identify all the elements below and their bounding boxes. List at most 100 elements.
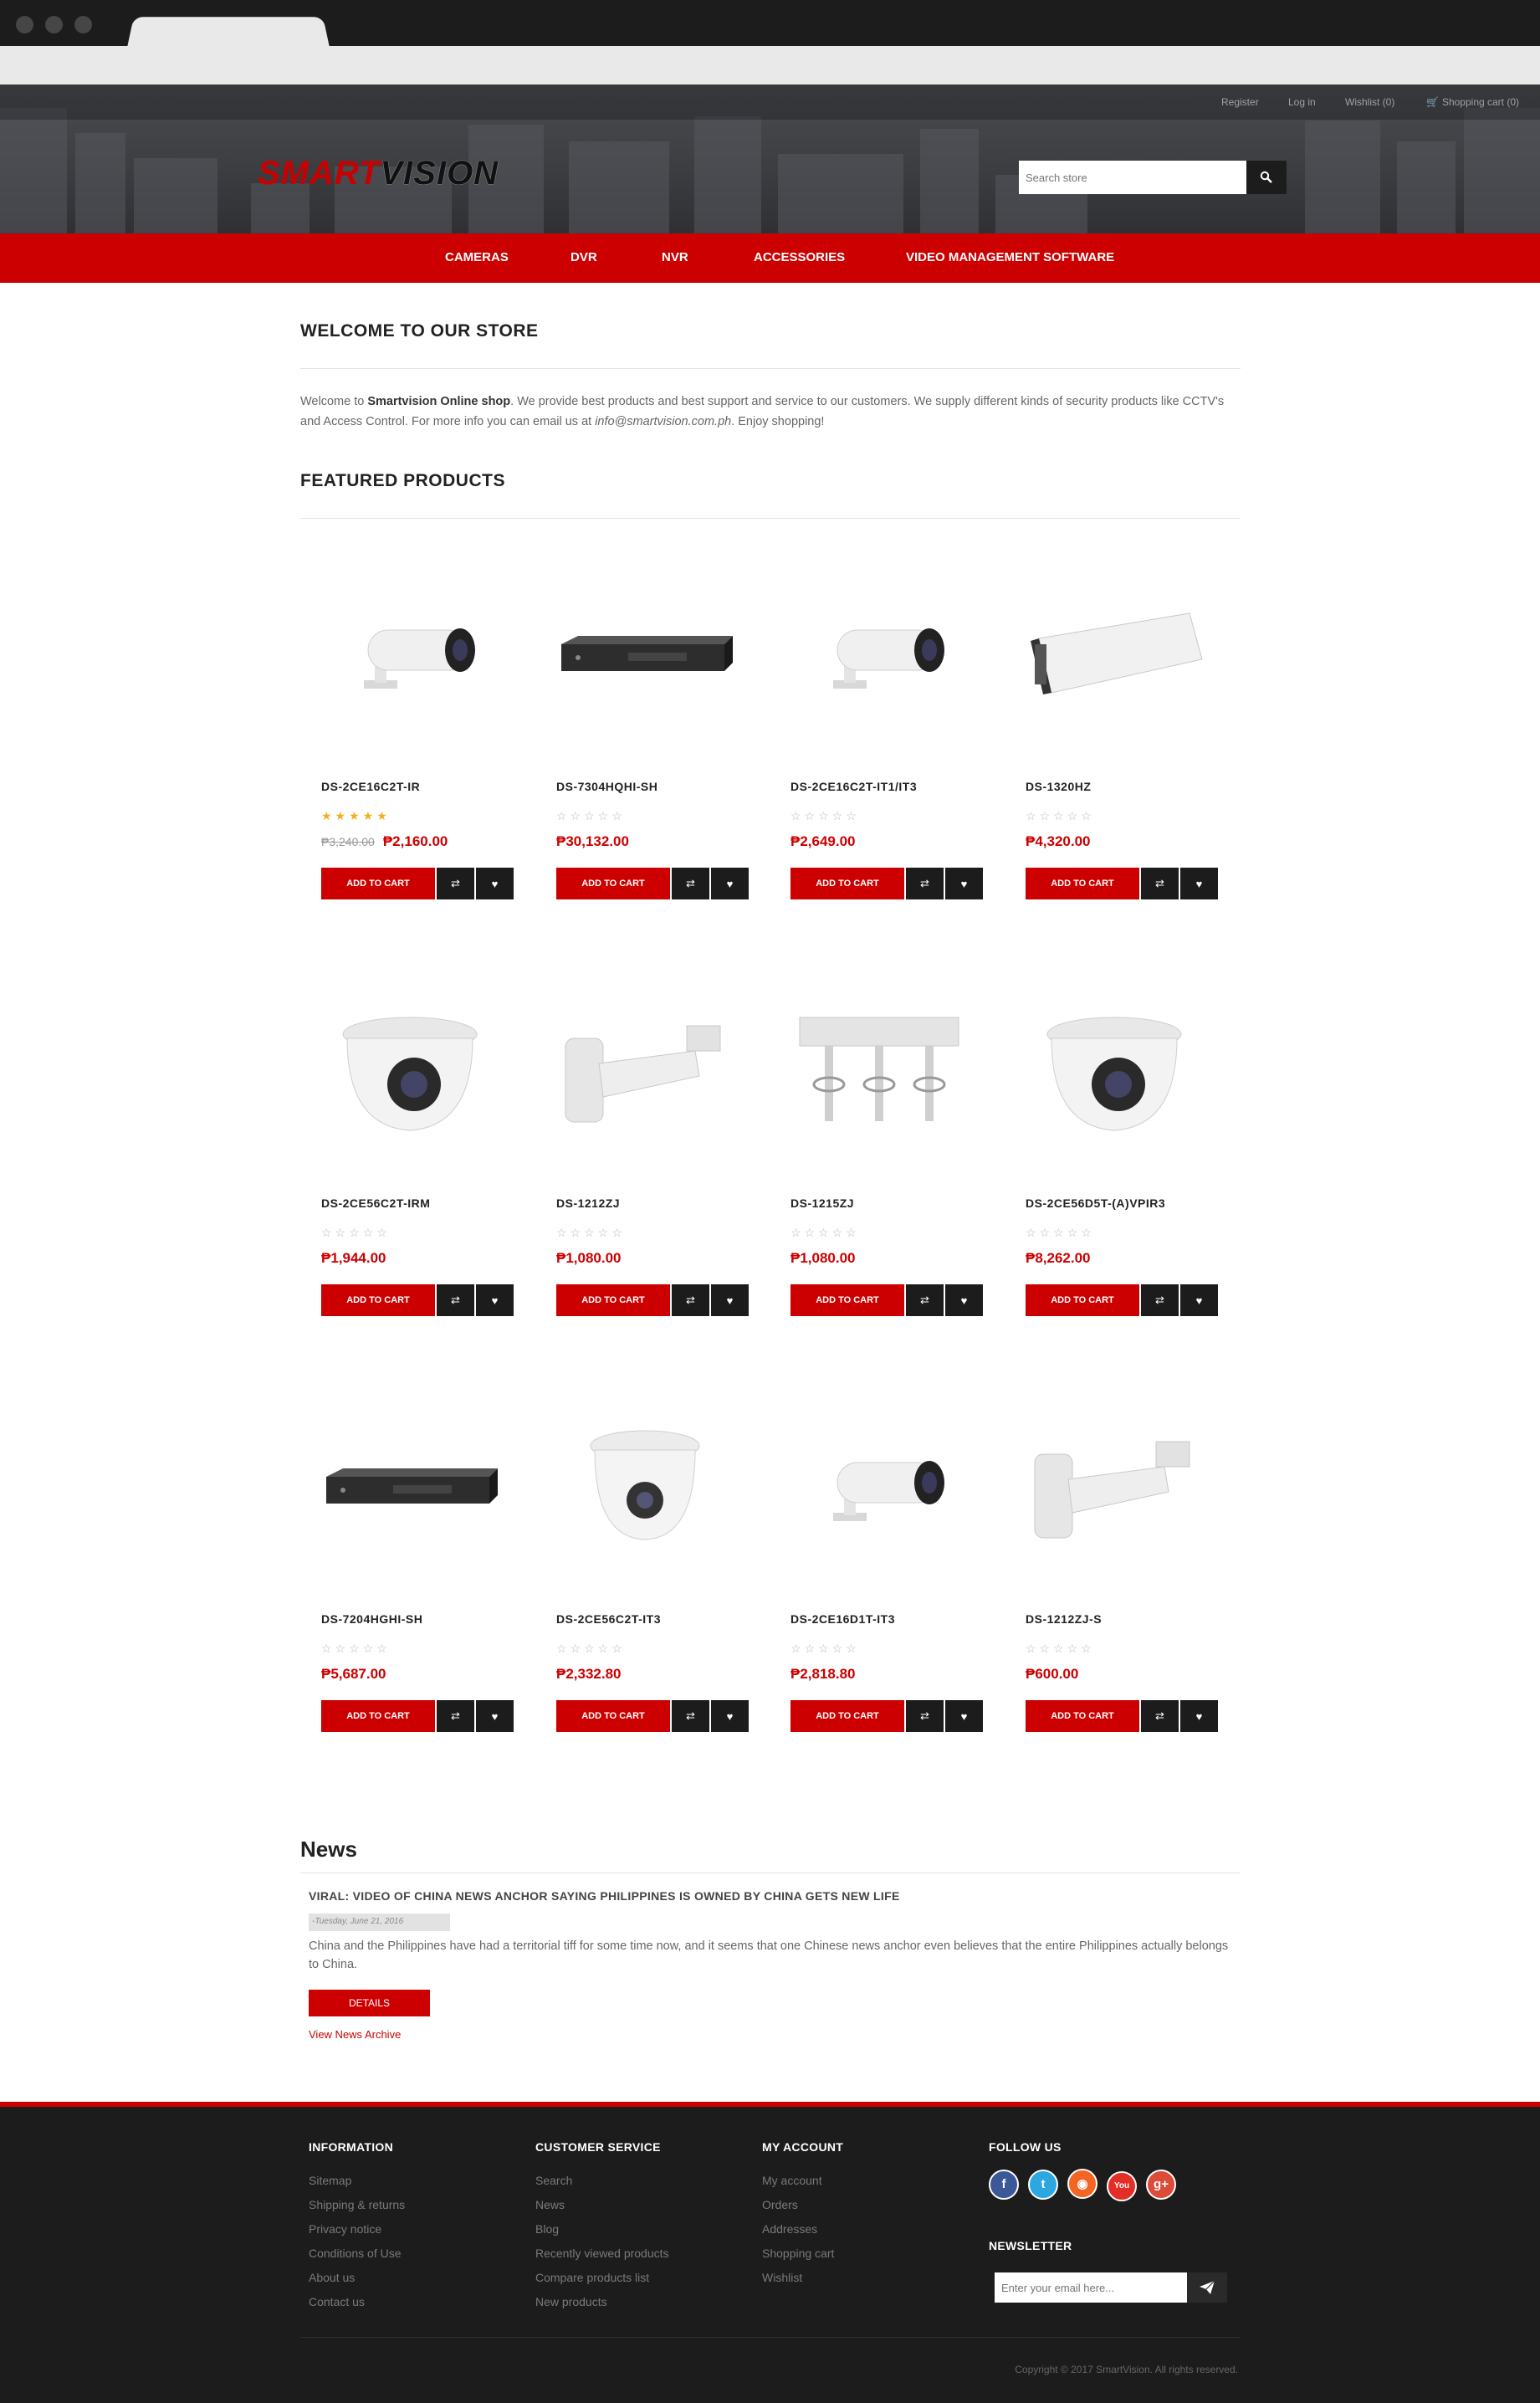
wishlist-button[interactable]: ♥: [1180, 1700, 1218, 1732]
product-name[interactable]: DS-1320HZ: [1026, 780, 1091, 793]
compare-button[interactable]: ⇄: [1141, 1284, 1179, 1316]
product-image[interactable]: [1005, 561, 1224, 753]
compare-button[interactable]: ⇄: [906, 1700, 944, 1732]
footer-link-compare[interactable]: Compare products list: [535, 2266, 669, 2290]
footer-link-addresses[interactable]: Addresses: [762, 2217, 843, 2242]
newsletter-email-input[interactable]: [995, 2272, 1187, 2303]
product-image[interactable]: [1005, 1393, 1224, 1586]
footer-link-new-products[interactable]: New products: [535, 2290, 669, 2314]
footer-link-recently-viewed[interactable]: Recently viewed products: [535, 2242, 669, 2266]
compare-button[interactable]: ⇄: [437, 1700, 474, 1732]
compare-button[interactable]: ⇄: [437, 868, 474, 899]
youtube-icon[interactable]: You: [1107, 2170, 1137, 2201]
footer-link-about[interactable]: About us: [309, 2266, 405, 2290]
add-to-cart-button[interactable]: ADD TO CART: [1026, 1700, 1139, 1732]
compare-button[interactable]: ⇄: [1141, 868, 1179, 899]
compare-button[interactable]: ⇄: [437, 1284, 474, 1316]
wishlist-button[interactable]: ♥: [1180, 1284, 1218, 1316]
wishlist-button[interactable]: ♥: [945, 868, 983, 899]
footer-link-my-account[interactable]: My account: [762, 2169, 843, 2193]
product-name[interactable]: DS-2CE16D1T-IT3: [790, 1612, 895, 1626]
footer-link-orders[interactable]: Orders: [762, 2193, 843, 2217]
rss-icon[interactable]: ◉: [1067, 2169, 1097, 2199]
footer-link-wishlist[interactable]: Wishlist: [762, 2266, 843, 2290]
compare-button[interactable]: ⇄: [1141, 1700, 1179, 1732]
compare-button[interactable]: ⇄: [672, 1284, 709, 1316]
nav-nvr[interactable]: NVR: [662, 250, 688, 264]
window-close-dot[interactable]: [16, 16, 33, 33]
add-to-cart-button[interactable]: ADD TO CART: [790, 868, 904, 899]
search-input[interactable]: [1019, 161, 1246, 194]
product-name[interactable]: DS-1215ZJ: [790, 1196, 854, 1210]
add-to-cart-button[interactable]: ADD TO CART: [1026, 1284, 1139, 1316]
nav-accessories[interactable]: ACCESSORIES: [754, 250, 845, 264]
product-name[interactable]: DS-1212ZJ-S: [1026, 1612, 1102, 1626]
product-name[interactable]: DS-7304HQHI-SH: [556, 780, 657, 793]
compare-button[interactable]: ⇄: [906, 868, 944, 899]
view-news-archive-link[interactable]: View News Archive: [309, 2028, 401, 2041]
compare-button[interactable]: ⇄: [906, 1284, 944, 1316]
newsletter-subscribe-button[interactable]: [1187, 2272, 1227, 2303]
product-image[interactable]: [535, 1393, 755, 1586]
window-maximize-dot[interactable]: [74, 16, 92, 33]
product-image[interactable]: [770, 1393, 989, 1586]
product-image[interactable]: [770, 977, 989, 1170]
add-to-cart-button[interactable]: ADD TO CART: [790, 1700, 904, 1732]
footer-link-conditions[interactable]: Conditions of Use: [309, 2242, 405, 2266]
product-image[interactable]: [535, 977, 755, 1170]
footer-link-blog[interactable]: Blog: [535, 2217, 669, 2242]
nav-cameras[interactable]: CAMERAS: [445, 250, 509, 264]
product-name[interactable]: DS-2CE16C2T-IT1/IT3: [790, 780, 917, 793]
product-name[interactable]: DS-1212ZJ: [556, 1196, 620, 1210]
add-to-cart-button[interactable]: ADD TO CART: [321, 1284, 435, 1316]
compare-button[interactable]: ⇄: [672, 1700, 709, 1732]
google-plus-icon[interactable]: g+: [1146, 2169, 1176, 2200]
address-bar[interactable]: [0, 46, 1540, 85]
product-image[interactable]: [535, 561, 755, 753]
twitter-icon[interactable]: t: [1028, 2169, 1058, 2200]
product-image[interactable]: [300, 561, 519, 753]
add-to-cart-button[interactable]: ADD TO CART: [321, 868, 435, 899]
product-image[interactable]: [770, 561, 989, 753]
site-logo[interactable]: SMARTVISION: [258, 155, 499, 192]
register-link[interactable]: Register: [1221, 96, 1259, 108]
product-name[interactable]: DS-2CE56C2T-IRM: [321, 1196, 430, 1210]
wishlist-button[interactable]: ♥: [711, 1284, 749, 1316]
product-image[interactable]: [300, 1393, 519, 1586]
nav-video-management-software[interactable]: VIDEO MANAGEMENT SOFTWARE: [906, 250, 1114, 264]
add-to-cart-button[interactable]: ADD TO CART: [556, 1284, 670, 1316]
footer-link-news[interactable]: News: [535, 2193, 669, 2217]
facebook-icon[interactable]: f: [989, 2169, 1019, 2200]
wishlist-button[interactable]: ♥: [711, 1700, 749, 1732]
wishlist-button[interactable]: ♥: [476, 1284, 514, 1316]
compare-button[interactable]: ⇄: [672, 868, 709, 899]
shopping-cart-link[interactable]: 🛒 Shopping cart (0): [1426, 96, 1519, 108]
add-to-cart-button[interactable]: ADD TO CART: [790, 1284, 904, 1316]
add-to-cart-button[interactable]: ADD TO CART: [556, 1700, 670, 1732]
wishlist-button[interactable]: ♥: [945, 1284, 983, 1316]
wishlist-button[interactable]: ♥: [476, 1700, 514, 1732]
search-button[interactable]: [1246, 161, 1287, 194]
product-name[interactable]: DS-2CE56C2T-IT3: [556, 1612, 661, 1626]
add-to-cart-button[interactable]: ADD TO CART: [1026, 868, 1139, 899]
wishlist-button[interactable]: ♥: [476, 868, 514, 899]
wishlist-button[interactable]: ♥: [945, 1700, 983, 1732]
footer-link-shopping-cart[interactable]: Shopping cart: [762, 2242, 843, 2266]
product-name[interactable]: DS-2CE16C2T-IR: [321, 780, 420, 793]
product-name[interactable]: DS-2CE56D5T-(A)VPIR3: [1026, 1196, 1165, 1210]
footer-link-shipping[interactable]: Shipping & returns: [309, 2193, 405, 2217]
product-name[interactable]: DS-7204HGHI-SH: [321, 1612, 422, 1626]
footer-link-search[interactable]: Search: [535, 2169, 669, 2193]
product-image[interactable]: [300, 977, 519, 1170]
add-to-cart-button[interactable]: ADD TO CART: [321, 1700, 435, 1732]
product-image[interactable]: [1005, 977, 1224, 1170]
footer-link-contact[interactable]: Contact us: [309, 2290, 405, 2314]
login-link[interactable]: Log in: [1288, 96, 1316, 108]
news-item-title[interactable]: VIRAL: VIDEO OF CHINA NEWS ANCHOR SAYING…: [309, 1889, 900, 1903]
welcome-email[interactable]: info@smartvision.com.ph: [595, 415, 731, 428]
footer-link-privacy[interactable]: Privacy notice: [309, 2217, 405, 2242]
add-to-cart-button[interactable]: ADD TO CART: [556, 868, 670, 899]
wishlist-link[interactable]: Wishlist (0): [1345, 96, 1394, 108]
wishlist-button[interactable]: ♥: [711, 868, 749, 899]
footer-link-sitemap[interactable]: Sitemap: [309, 2169, 405, 2193]
